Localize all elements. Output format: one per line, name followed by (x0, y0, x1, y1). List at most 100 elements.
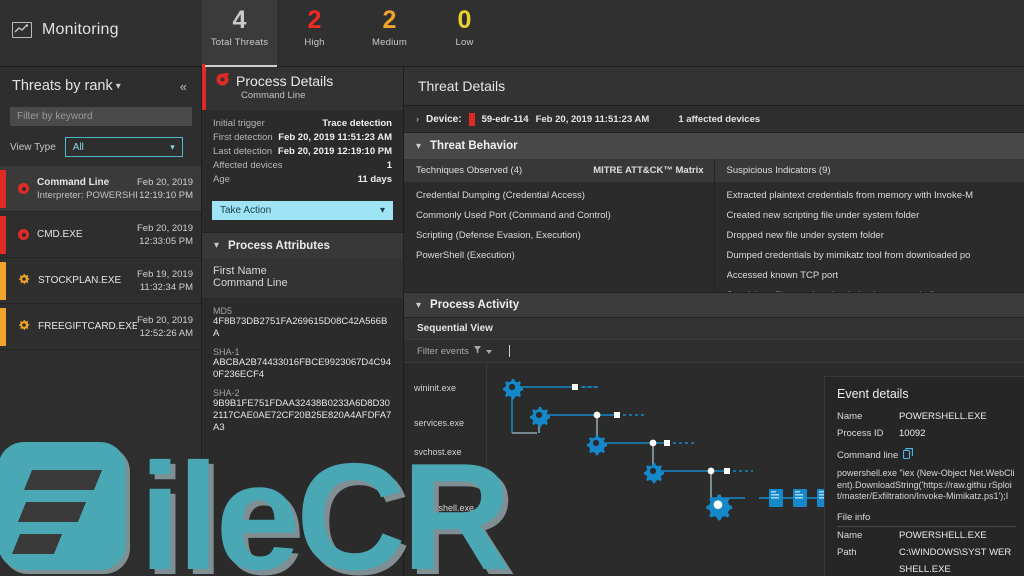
threat-list-item[interactable]: CMD.EXE Feb 20, 2019 12:33:05 PM (0, 212, 201, 258)
indicators-header: Suspicious Indicators (9) (714, 159, 1024, 183)
chevron-down-icon[interactable]: ▾ (116, 81, 121, 92)
detail-row: First detection Feb 20, 2019 11:51:23 AM (213, 131, 392, 145)
device-row[interactable]: › Device: 59-edr-114 Feb 20, 2019 11:51:… (404, 106, 1024, 133)
event-details-panel: Event details Name POWERSHELL.EXE Proces… (824, 376, 1024, 576)
chevron-down-icon[interactable] (485, 350, 492, 354)
edr-monitoring-app: Monitoring 4 Total Threats 2 High 2 Medium 0 Lo… (0, 0, 1024, 576)
kpi-label: Medium (372, 37, 407, 48)
detail-key: First detection (213, 132, 273, 143)
threat-time: 12:19:10 PM (139, 189, 193, 201)
file-path-key: Path (837, 546, 857, 558)
threat-list-item[interactable]: STOCKPLAN.EXE Feb 19, 2019 11:32:34 PM (0, 258, 201, 304)
file-name-key: Name (837, 529, 863, 541)
severity-accent-bar (202, 67, 206, 110)
threat-time: 12:33:05 PM (139, 235, 193, 247)
alert-dot-icon (18, 183, 29, 194)
mitre-matrix-link[interactable]: MITRE ATT&CK™ Matrix (593, 165, 703, 176)
detail-row: Age 11 days (213, 173, 392, 187)
process-details-fields: Initial trigger Trace detection First dete… (202, 110, 403, 195)
threat-list-item[interactable]: Command LineInterpreter: POWERSHELL.EXEF… (0, 166, 201, 212)
detail-value: 1 (386, 160, 392, 171)
sequential-view-bar: Sequential View (404, 317, 1024, 339)
indicator-item[interactable]: Created new scripting file under system … (727, 210, 1013, 222)
alert-dot-icon (18, 229, 29, 240)
hash-list: MD5 4F8B73DB2751FA269615D08C42A566BA SHA-1… (202, 298, 403, 434)
command-line-value: powershell.exe "iex (New-Object Net.WebC… (837, 468, 1015, 501)
kpi-value: 0 (457, 6, 472, 34)
event-name-row: Name POWERSHELL.EXE (825, 408, 1024, 425)
view-type-value: All (72, 141, 84, 153)
copy-icon[interactable] (903, 448, 914, 462)
technique-item[interactable]: Credential Dumping (Credential Access) (416, 190, 702, 202)
severity-bar (0, 308, 6, 346)
kpi-total-threats[interactable]: 4 Total Threats (202, 0, 277, 67)
threat-info: FREEGIFTCARD.EXE (38, 321, 137, 332)
gear-icon (18, 319, 30, 334)
detail-value: Feb 20, 2019 12:19:10 PM (277, 146, 392, 157)
page-title: Monitoring (42, 21, 119, 38)
indicator-item[interactable]: Accessed known TCP port (727, 270, 1013, 282)
hash-block: MD5 4F8B73DB2751FA269615D08C42A566BA (213, 306, 392, 340)
text-cursor (508, 345, 510, 357)
process-tree-labels: wininit.exe services.exe svchost.exe cmd.ex… (404, 363, 487, 539)
threat-time: 11:32:34 PM (139, 281, 193, 293)
kpi-value: 4 (232, 6, 247, 34)
keyword-filter-input[interactable] (10, 107, 192, 126)
threat-date: Feb 19, 2019 (137, 268, 193, 280)
technique-item[interactable]: Commonly Used Port (Command and Control) (416, 210, 702, 222)
technique-item[interactable]: PowerShell (Execution) (416, 250, 702, 262)
indicator-item[interactable]: Dumped credentials by mimikatz tool from… (727, 250, 1013, 262)
indicator-item[interactable]: Extracted plaintext credentials from mem… (727, 190, 1013, 202)
command-line-label-row: Command line (825, 442, 1024, 462)
kpi-low[interactable]: 0 Low (427, 0, 502, 67)
threat-subtitle: Interpreter: POWERSHELL.EXE (37, 189, 137, 201)
event-pid-row: Process ID 10092 (825, 425, 1024, 442)
techniques-title: Techniques Observed (4) (416, 165, 523, 176)
indicators-title: Suspicious Indicators (9) (726, 165, 831, 176)
techniques-column: Techniques Observed (4) MITRE ATT&CK™ Ma… (404, 159, 715, 292)
techniques-list: Credential Dumping (Credential Access) Co… (404, 183, 714, 292)
view-type-select[interactable]: All ▾ (64, 137, 183, 157)
threat-list-item[interactable]: FREEGIFTCARD.EXE Feb 20, 2019 12:52:26 AM (0, 304, 201, 350)
chevron-right-icon: › (416, 114, 419, 124)
process-attributes-header[interactable]: ▾ Process Attributes (202, 232, 403, 258)
threat-date: Feb 20, 2019 (137, 222, 193, 234)
threat-details-header: Threat Details (404, 67, 1024, 106)
severity-bar (0, 216, 6, 254)
take-action-button[interactable]: Take Action ▾ (212, 201, 393, 220)
filter-events-bar[interactable]: Filter events (404, 339, 1024, 363)
file-info-header: File info (837, 512, 1016, 527)
technique-item[interactable]: Scripting (Defense Evasion, Execution) (416, 230, 702, 242)
file-name-value: POWERSHELL.EXE (899, 529, 987, 541)
hash-label: SHA-2 (213, 388, 240, 398)
event-name-key: Name (837, 411, 863, 422)
kpi-high[interactable]: 2 High (277, 0, 352, 67)
first-name-attribute: First Name Command Line (202, 258, 403, 298)
threat-timestamp: Feb 20, 2019 12:52:26 AM (137, 314, 193, 340)
event-pid-key: Process ID (837, 428, 884, 439)
take-action-label: Take Action (220, 205, 272, 216)
funnel-icon[interactable] (473, 345, 481, 357)
indicator-item[interactable]: Suspicions file was downloaded using pow… (727, 290, 1013, 292)
threat-behavior-header[interactable]: ▾ Threat Behavior (404, 133, 1024, 159)
detail-key: Initial trigger (213, 118, 265, 129)
process-details-title: Process Details (236, 73, 334, 89)
kpi-medium[interactable]: 2 Medium (352, 0, 427, 67)
threat-name: CMD.EXE (37, 229, 83, 240)
process-activity-header[interactable]: ▾ Process Activity (404, 292, 1024, 317)
threat-info: STOCKPLAN.EXE (38, 275, 137, 286)
collapse-panel-icon[interactable]: « (180, 79, 189, 94)
hash-block: SHA-2 9B9B1FE751FDAA32438B0233A6D8D302117… (213, 388, 392, 434)
kpi-value: 2 (307, 6, 322, 34)
severity-bar (0, 170, 6, 208)
process-details-title-row: Process Details (216, 73, 403, 89)
sidebar-header: Threats by rank ▾ « (0, 67, 201, 105)
sidebar-title-group[interactable]: Threats by rank ▾ (12, 78, 121, 94)
indicator-item[interactable]: Dropped new file under system folder (727, 230, 1013, 242)
threat-name: FREEGIFTCARD.EXE (38, 321, 137, 332)
hash-label: SHA-1 (213, 347, 240, 357)
process-details-panel: Process Details Command Line Initial tri… (202, 67, 404, 576)
chevron-down-icon: ▾ (379, 205, 385, 216)
threat-timestamp: Feb 20, 2019 12:19:10 PM (137, 176, 193, 202)
